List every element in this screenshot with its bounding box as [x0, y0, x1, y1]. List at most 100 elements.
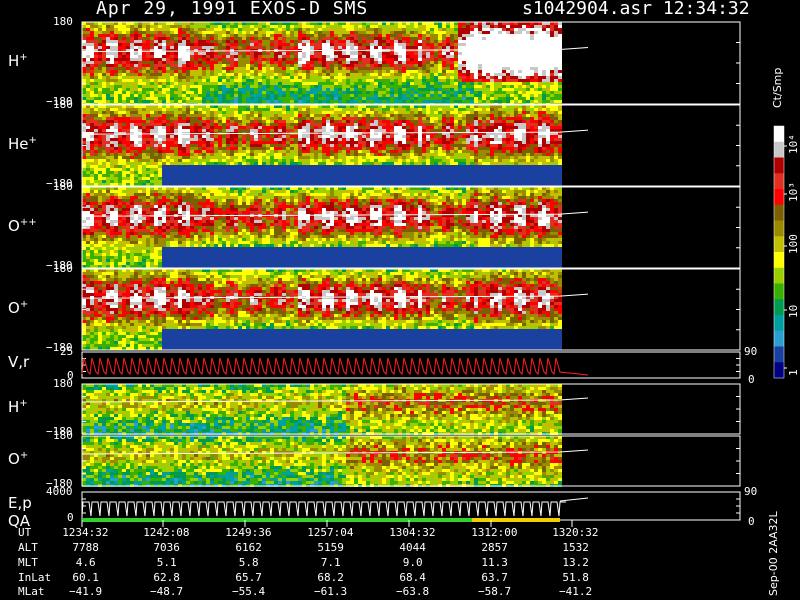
spectro-cell	[110, 159, 114, 162]
spectro-cell	[354, 43, 358, 46]
spectro-cell	[198, 150, 202, 153]
spectro-cell	[386, 46, 390, 49]
spectro-cell	[306, 156, 310, 159]
spectro-cell	[518, 43, 522, 46]
spectro-cell	[126, 144, 130, 147]
spectro-cell	[282, 129, 286, 132]
spectro-cell	[206, 88, 210, 91]
spectro-cell	[162, 85, 166, 88]
spectro-cell	[178, 88, 182, 91]
spectro-cell	[242, 144, 246, 147]
spectro-cell	[118, 114, 122, 117]
spectro-cell	[106, 70, 110, 73]
spectro-cell	[274, 144, 278, 147]
spectro-cell	[166, 88, 170, 91]
spectro-cell	[278, 58, 282, 61]
spectro-cell	[294, 37, 298, 40]
spectro-cell	[486, 79, 490, 82]
spectro-cell	[158, 141, 162, 144]
spectro-cell	[86, 126, 90, 129]
spectro-cell	[202, 162, 206, 165]
spectro-cell	[158, 34, 162, 37]
spectro-cell	[234, 52, 238, 55]
spectro-cell	[534, 43, 538, 46]
spectro-cell	[274, 46, 278, 49]
spectro-cell	[86, 177, 90, 180]
spectro-cell	[218, 58, 222, 61]
spectro-cell	[158, 52, 162, 55]
spectro-cell	[230, 97, 234, 100]
spectro-cell	[430, 91, 434, 94]
spectro-cell	[102, 64, 106, 67]
spectro-cell	[170, 120, 174, 123]
spectro-cell	[478, 67, 482, 70]
spectro-cell	[82, 55, 86, 58]
spectro-cell	[238, 61, 242, 64]
spectro-cell	[150, 70, 154, 73]
spectro-cell	[546, 46, 550, 49]
spectro-cell	[202, 111, 206, 114]
spectro-cell	[198, 88, 202, 91]
spectro-cell	[106, 165, 110, 168]
spectro-cell	[126, 168, 130, 171]
spectro-cell	[502, 94, 506, 97]
spectro-cell	[298, 150, 302, 153]
spectro-cell	[202, 67, 206, 70]
spectro-cell	[298, 67, 302, 70]
spectro-cell	[530, 25, 534, 28]
spectro-cell	[354, 91, 358, 94]
spectro-cell	[238, 150, 242, 153]
spectro-cell	[410, 55, 414, 58]
spectro-cell	[174, 82, 178, 85]
spectro-cell	[114, 94, 118, 97]
spectro-cell	[178, 52, 182, 55]
spectro-cell	[422, 82, 426, 85]
spectro-cell	[234, 94, 238, 97]
spectro-cell	[466, 73, 470, 76]
spectro-cell	[410, 91, 414, 94]
spectro-cell	[290, 138, 294, 141]
spectro-cell	[122, 135, 126, 138]
spectro-cell	[486, 73, 490, 76]
spectro-cell	[162, 168, 166, 171]
spectro-cell	[90, 52, 94, 55]
spectro-cell	[386, 70, 390, 73]
spectro-cell	[290, 85, 294, 88]
spectro-cell	[374, 40, 378, 43]
spectro-cell	[274, 168, 278, 171]
spectro-cell	[198, 49, 202, 52]
spectro-cell	[434, 31, 438, 34]
spectro-cell	[306, 46, 310, 49]
spectro-cell	[182, 135, 186, 138]
spectro-cell	[254, 67, 258, 70]
spectro-cell	[146, 73, 150, 76]
spectro-cell	[342, 58, 346, 61]
spectro-cell	[546, 100, 550, 103]
spectro-cell	[170, 34, 174, 37]
spectro-cell	[86, 129, 90, 132]
spectro-cell	[282, 76, 286, 79]
spectro-cell	[134, 117, 138, 120]
spectro-cell	[402, 73, 406, 76]
spectro-cell	[526, 85, 530, 88]
spectro-cell	[242, 123, 246, 126]
spectro-cell	[378, 73, 382, 76]
spectro-cell	[418, 52, 422, 55]
spectro-cell	[102, 55, 106, 58]
spectro-cell	[102, 144, 106, 147]
spectro-cell	[90, 126, 94, 129]
spectro-cell	[406, 94, 410, 97]
spectro-cell	[114, 85, 118, 88]
spectro-cell	[166, 85, 170, 88]
spectro-cell	[238, 171, 242, 174]
spectro-cell	[302, 76, 306, 79]
spectro-cell	[470, 46, 474, 49]
spectro-cell	[534, 91, 538, 94]
spectro-cell	[110, 91, 114, 94]
spectro-cell	[202, 150, 206, 153]
spectro-cell	[442, 43, 446, 46]
spectro-cell	[186, 82, 190, 85]
spectro-cell	[442, 97, 446, 100]
spectro-cell	[294, 82, 298, 85]
spectro-cell	[114, 46, 118, 49]
